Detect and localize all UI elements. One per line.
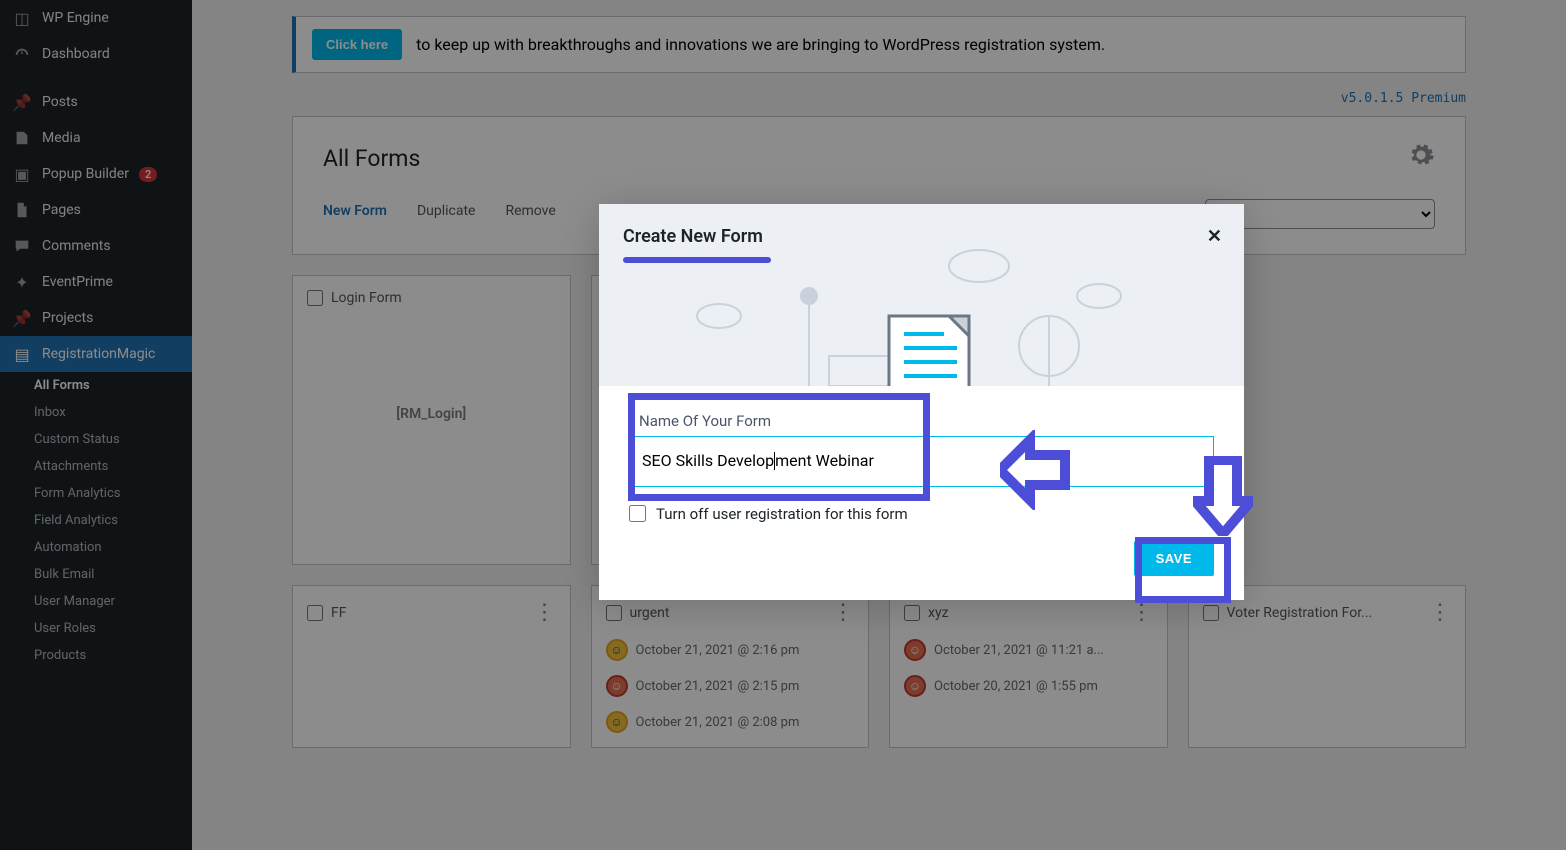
turn-off-registration-row[interactable]: Turn off user registration for this form [629,505,1214,523]
create-form-modal: Create New Form ✕ [599,204,1244,600]
modal-illustration [599,226,1244,386]
input-text-b: ment Webinar [775,451,874,470]
form-name-input[interactable]: SEO Skills Development Webinar [629,436,1214,487]
input-text-a: SEO Skills Develop [642,451,774,470]
close-icon[interactable]: ✕ [1207,226,1222,247]
modal-title: Create New Form [623,226,1220,247]
checkbox-label: Turn off user registration for this form [656,505,908,523]
turn-off-registration-checkbox[interactable] [629,505,646,522]
modal-header: Create New Form ✕ [599,204,1244,386]
modal-underline [623,257,771,263]
save-button[interactable]: SAVE [1134,541,1214,576]
modal-body: Name Of Your Form SEO Skills Development… [599,386,1244,600]
form-name-label: Name Of Your Form [629,406,1214,436]
